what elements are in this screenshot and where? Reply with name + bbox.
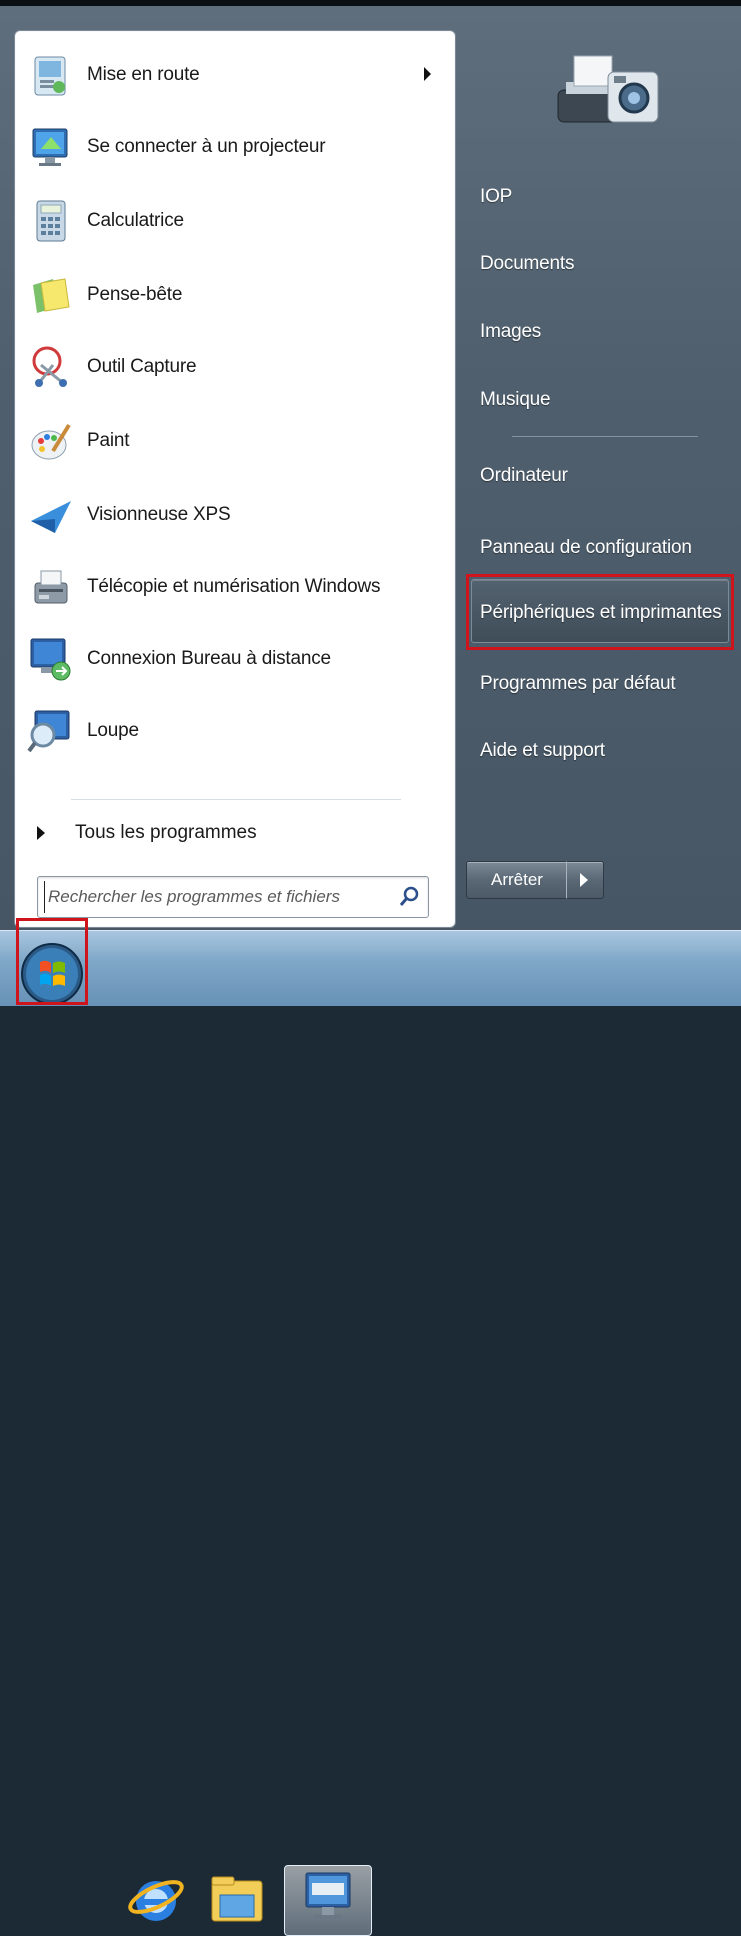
program-label: Outil Capture — [87, 356, 197, 377]
expand-arrow-icon — [37, 826, 45, 840]
program-magnifier[interactable]: Loupe — [27, 699, 437, 763]
program-label: Connexion Bureau à distance — [87, 648, 331, 669]
program-xps-viewer[interactable]: Visionneuse XPS — [27, 483, 437, 547]
shutdown-label: Arrêter — [491, 870, 543, 889]
shutdown-options-button[interactable] — [566, 861, 604, 899]
xps-viewer-icon — [27, 491, 75, 539]
program-sticky-notes[interactable]: Pense-bête — [27, 263, 437, 327]
program-paint[interactable]: Paint — [27, 409, 437, 473]
place-images[interactable]: Images — [480, 321, 541, 343]
search-box[interactable] — [37, 876, 429, 918]
divider — [512, 436, 698, 437]
projector-icon — [27, 123, 75, 171]
place-music[interactable]: Musique — [480, 389, 551, 411]
taskbar — [0, 930, 741, 1936]
calculator-icon — [27, 197, 75, 245]
program-label: Télécopie et numérisation Windows — [87, 576, 381, 597]
program-label: Loupe — [87, 720, 139, 741]
shutdown-button[interactable]: Arrêter — [466, 861, 568, 899]
magnifier-icon — [27, 707, 75, 755]
search-icon[interactable] — [398, 886, 420, 908]
program-label: Mise en route — [87, 64, 200, 85]
on-screen-keyboard-icon[interactable] — [296, 1867, 360, 1931]
program-remote-desktop[interactable]: Connexion Bureau à distance — [27, 627, 437, 691]
divider — [71, 799, 401, 800]
place-help-support[interactable]: Aide et support — [480, 740, 605, 762]
program-label: Visionneuse XPS — [87, 504, 231, 525]
search-input[interactable] — [44, 881, 390, 913]
place-iop[interactable]: IOP — [480, 186, 512, 208]
place-control-panel[interactable]: Panneau de configuration — [480, 537, 692, 559]
programs-pane: Mise en route Se connecter à un projecte… — [14, 30, 456, 928]
program-projector[interactable]: Se connecter à un projecteur — [27, 115, 437, 179]
place-default-programs[interactable]: Programmes par défaut — [480, 673, 676, 695]
program-label: Se connecter à un projecteur — [87, 136, 326, 157]
chevron-right-icon — [580, 873, 588, 887]
start-menu: Mise en route Se connecter à un projecte… — [0, 0, 741, 936]
internet-explorer-icon[interactable] — [124, 1867, 188, 1931]
paint-icon — [27, 417, 75, 465]
highlight-annotation — [466, 574, 734, 650]
place-computer[interactable]: Ordinateur — [480, 465, 568, 487]
windows-explorer-icon[interactable] — [206, 1867, 270, 1931]
place-documents[interactable]: Documents — [480, 253, 574, 275]
program-label: Calculatrice — [87, 210, 184, 231]
fax-scan-icon — [27, 563, 75, 611]
program-getting-started[interactable]: Mise en route — [27, 43, 437, 107]
sticky-notes-icon — [27, 271, 75, 319]
snipping-tool-icon — [27, 343, 75, 391]
program-label: Pense-bête — [87, 284, 183, 305]
program-label: Paint — [87, 430, 130, 451]
all-programs-label: Tous les programmes — [75, 822, 257, 843]
program-snipping-tool[interactable]: Outil Capture — [27, 335, 437, 399]
devices-printers-icon — [557, 55, 659, 123]
submenu-arrow-icon[interactable] — [424, 67, 431, 81]
highlight-annotation — [16, 918, 88, 1005]
program-calculator[interactable]: Calculatrice — [27, 189, 437, 253]
remote-desktop-icon — [27, 635, 75, 683]
program-fax-scan[interactable]: Télécopie et numérisation Windows — [27, 555, 437, 619]
all-programs-button[interactable]: Tous les programmes — [37, 813, 257, 853]
getting-started-icon — [27, 51, 75, 99]
